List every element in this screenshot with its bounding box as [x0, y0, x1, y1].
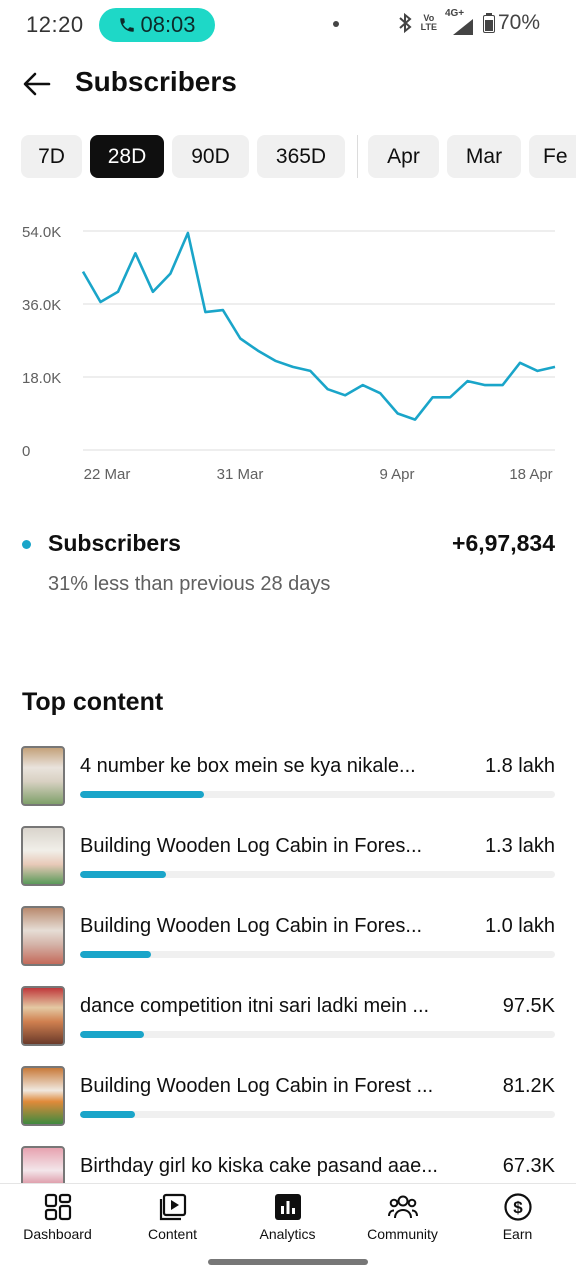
item-title: Building Wooden Log Cabin in Forest ...	[80, 1075, 434, 1097]
dashboard-icon	[44, 1193, 71, 1221]
chart-y-tick-label: 36.0K	[22, 297, 61, 314]
content-icon	[159, 1193, 186, 1221]
community-icon	[387, 1195, 418, 1219]
chip-90d[interactable]: 90D	[172, 135, 249, 178]
list-item[interactable]: Building Wooden Log Cabin in Fores... 1.…	[0, 826, 576, 888]
chip-7d[interactable]: 7D	[21, 135, 82, 178]
svg-text:$: $	[513, 1198, 523, 1217]
nav-analytics[interactable]: Analytics	[230, 1192, 345, 1252]
chart-series-line	[81, 231, 556, 421]
nav-label: Analytics	[259, 1226, 316, 1242]
chart-y-tick-label: 54.0K	[22, 224, 61, 241]
video-thumbnail	[21, 1066, 65, 1126]
chart-y-tick-label: 0	[22, 443, 30, 460]
chip-apr[interactable]: Apr	[368, 135, 439, 178]
app-bar: Subscribers	[0, 56, 576, 112]
item-bar-track	[80, 951, 555, 958]
item-title: 4 number ke box mein se kya nikale...	[80, 755, 416, 777]
video-thumbnail	[21, 906, 65, 966]
chart-x-tick-label: 22 Mar	[84, 466, 131, 483]
series-dot	[22, 540, 31, 549]
nav-label: Content	[147, 1226, 198, 1242]
date-range-chips: 7D 28D 90D 365D Apr Mar Fe	[21, 135, 576, 179]
subscribers-chart[interactable]: 0 18.0K 36.0K 54.0K 22 Mar 31 Mar 9 Apr 18 Apr	[0, 200, 576, 500]
list-item[interactable]: dance competition itni sari ladki mein .…	[0, 986, 576, 1048]
nav-label: Dashboard	[23, 1226, 92, 1242]
summary-value: +6,97,834	[452, 530, 555, 556]
list-item[interactable]: Building Wooden Log Cabin in Fores... 1.…	[0, 906, 576, 968]
page-title: Subscribers	[75, 66, 237, 97]
battery-indicator: 70%	[482, 11, 540, 35]
item-bar-fill	[80, 1031, 145, 1038]
item-title: dance competition itni sari ladki mein .…	[80, 995, 430, 1017]
status-time: 12:20	[26, 12, 84, 37]
notification-dot-icon	[333, 21, 339, 27]
list-item[interactable]: 4 number ke box mein se kya nikale... 1.…	[0, 746, 576, 808]
bottom-navigation: Dashboard Content Analytics Community $ …	[0, 1183, 576, 1280]
chip-feb[interactable]: Fe	[529, 135, 576, 178]
arrow-left-icon	[23, 72, 51, 96]
chart-x-tick-label: 31 Mar	[217, 466, 264, 483]
nav-content[interactable]: Content	[115, 1192, 230, 1252]
item-value: 1.3 lakh	[484, 835, 555, 857]
item-bar-track	[80, 871, 555, 878]
item-value: 81.2K	[502, 1075, 555, 1097]
ongoing-call-pill[interactable]: 08:03	[99, 8, 215, 42]
call-timer: 08:03	[140, 12, 196, 37]
item-title: Building Wooden Log Cabin in Fores...	[80, 915, 423, 937]
volte-indicator: Vo LTE	[420, 13, 437, 32]
battery-level: 70%	[497, 11, 540, 34]
bluetooth-icon	[398, 12, 412, 34]
item-value: 1.0 lakh	[484, 915, 555, 937]
item-value: 1.8 lakh	[484, 755, 555, 777]
signal-icon: 4G+	[445, 8, 475, 35]
status-bar: 12:20 08:03 Vo LTE 4G+ 70%	[0, 0, 576, 50]
back-button[interactable]	[20, 68, 54, 100]
chart-y-tick-label: 18.0K	[22, 370, 61, 387]
item-bar-track	[80, 791, 555, 798]
battery-icon	[482, 13, 495, 33]
item-value: 67.3K	[502, 1155, 555, 1177]
video-thumbnail	[21, 826, 65, 886]
nav-label: Earn	[502, 1226, 533, 1242]
item-bar-fill	[80, 791, 204, 798]
chip-28d[interactable]: 28D	[90, 135, 164, 178]
list-item[interactable]: Building Wooden Log Cabin in Forest ... …	[0, 1066, 576, 1128]
item-bar-fill	[80, 871, 166, 878]
home-indicator[interactable]	[208, 1259, 368, 1265]
chip-365d[interactable]: 365D	[257, 135, 345, 178]
summary-comparison: 31% less than previous 28 days	[48, 573, 331, 595]
nav-earn[interactable]: $ Earn	[460, 1192, 575, 1252]
nav-dashboard[interactable]: Dashboard	[0, 1192, 115, 1252]
analytics-icon	[274, 1194, 301, 1220]
top-content-title: Top content	[22, 688, 164, 716]
chip-divider	[357, 135, 358, 178]
earn-icon: $	[503, 1193, 532, 1221]
video-thumbnail	[21, 746, 65, 806]
phone-icon	[120, 18, 135, 32]
chip-mar[interactable]: Mar	[447, 135, 521, 178]
item-bar-fill	[80, 951, 152, 958]
chart-x-tick-label: 9 Apr	[379, 466, 414, 483]
item-bar-track	[80, 1111, 555, 1118]
summary-label: Subscribers	[48, 530, 181, 556]
nav-label: Community	[367, 1226, 438, 1242]
item-bar-fill	[80, 1111, 135, 1118]
video-thumbnail	[21, 986, 65, 1046]
item-value: 97.5K	[502, 995, 555, 1017]
item-title: Building Wooden Log Cabin in Fores...	[80, 835, 423, 857]
nav-community[interactable]: Community	[345, 1192, 460, 1252]
item-bar-track	[80, 1031, 555, 1038]
item-title: Birthday girl ko kiska cake pasand aae..…	[80, 1155, 438, 1177]
chart-x-tick-label: 18 Apr	[509, 466, 552, 483]
